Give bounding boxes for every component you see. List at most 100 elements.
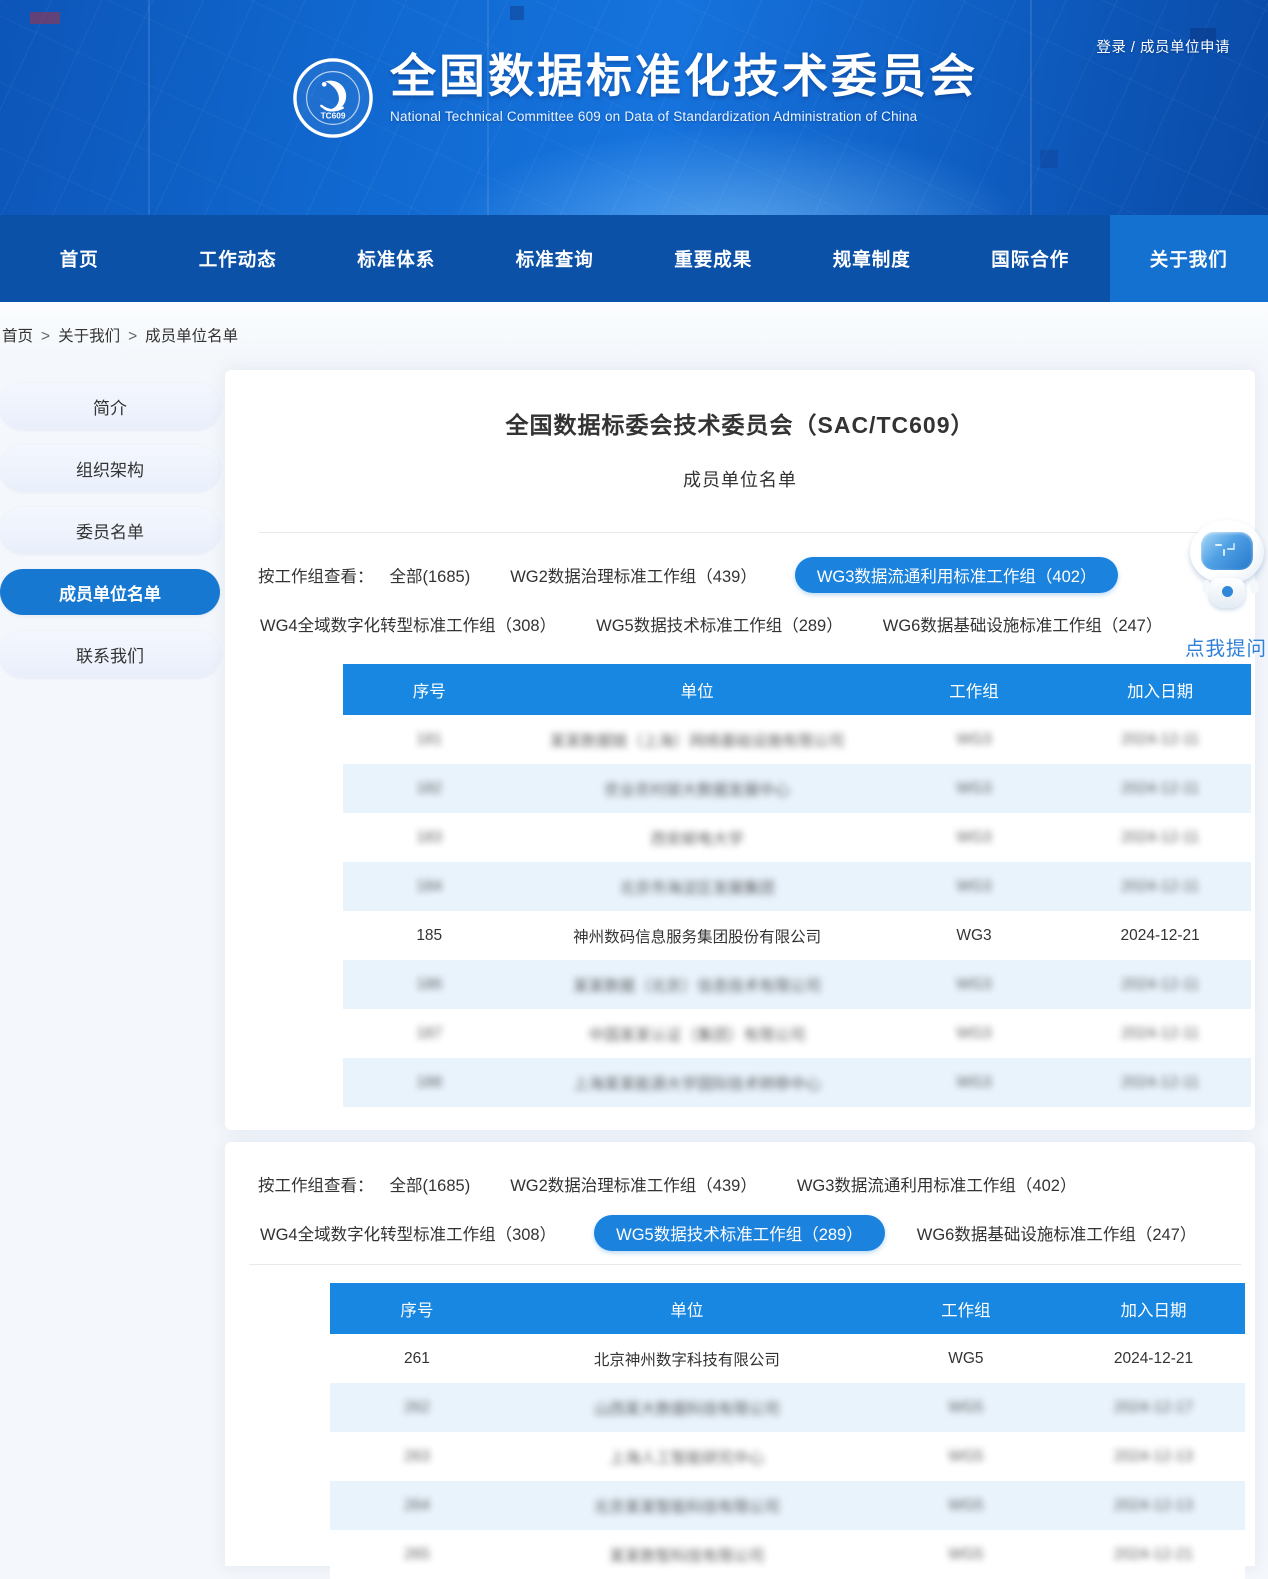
cell-unit: 山西某大数据科技有限公司 (504, 1397, 870, 1419)
filter-wg6[interactable]: WG6数据基础设施标准工作组（247） (915, 1215, 1199, 1251)
table-row: 184北京市海淀区发展集团WG32024-12-11 (343, 862, 1251, 911)
filter-wg3[interactable]: WG3数据流通利用标准工作组（402） (795, 557, 1119, 593)
table-row: 187中国某某认证（集团）有限公司WG32024-12-11 (343, 1009, 1251, 1058)
filter-all[interactable]: 全部(1685) (388, 557, 473, 593)
filter-wg3[interactable]: WG3数据流通利用标准工作组（402） (795, 1166, 1079, 1202)
breadcrumb-about[interactable]: 关于我们 (58, 328, 120, 345)
cell-unit: 北京神州数字科技有限公司 (504, 1348, 870, 1370)
cell-unit: 上海人工智能研究中心 (504, 1446, 870, 1468)
banner-deco (30, 12, 60, 24)
member-list-panel-wg5: 按工作组查看： 全部(1685) WG2数据治理标准工作组（439） WG3数据… (225, 1142, 1255, 1566)
cell-date: 2024-12-11 (1069, 780, 1251, 798)
cell-unit: 上海某某能源大学国际技术转移中心 (516, 1072, 879, 1094)
nav-item-achievements[interactable]: 重要成果 (634, 215, 793, 302)
table-header: 序号 单位 工作组 加入日期 (330, 1283, 1245, 1334)
table-row-highlight: 185神州数码信息服务集团股份有限公司WG32024-12-21 (343, 911, 1251, 960)
cell-date: 2024-12-21 (1062, 1350, 1245, 1368)
cell-unit: 某某数据（北京）信息技术有限公司 (516, 974, 879, 996)
login-apply-link[interactable]: 登录 / 成员单位申请 (1096, 36, 1230, 57)
banner-deco (510, 6, 524, 20)
site-subtitle-en: National Technical Committee 609 on Data… (390, 109, 978, 124)
sidebar-item-committee-list[interactable]: 委员名单 (0, 507, 220, 553)
cell-unit: 西安邮电大学 (516, 827, 879, 849)
mascot-body (1209, 578, 1245, 608)
breadcrumb-separator: > (128, 328, 137, 345)
table-row-highlight: 261北京神州数字科技有限公司WG52024-12-21 (330, 1334, 1245, 1383)
sidebar-item-intro[interactable]: 简介 (0, 383, 220, 429)
tc609-logo-icon: TC609 (292, 52, 374, 144)
cell-wg: WG5 (870, 1350, 1062, 1368)
table-row: 186某某数据（北京）信息技术有限公司WG32024-12-11 (343, 960, 1251, 1009)
nav-item-work-news[interactable]: 工作动态 (159, 215, 318, 302)
cell-no: 185 (343, 927, 516, 945)
nav-item-about-us[interactable]: 关于我们 (1110, 215, 1268, 302)
site-banner: 登录 / 成员单位申请 TC609 全国数据标准化技术委员会 National … (0, 0, 1268, 215)
breadcrumb: 首页>关于我们>成员单位名单 (0, 302, 1268, 362)
cell-no: 261 (330, 1350, 504, 1368)
cell-unit: 北京市海淀区发展集团 (516, 876, 879, 898)
cell-wg: WG5 (870, 1399, 1062, 1417)
filter-label: 按工作组查看： (258, 563, 374, 587)
cell-unit: 神州数码信息服务集团股份有限公司 (516, 925, 879, 947)
col-header-no: 序号 (330, 1297, 504, 1321)
table-row: 182农业农村部大数据发展中心WG32024-12-11 (343, 764, 1251, 813)
cell-wg: WG3 (879, 878, 1070, 896)
cell-date: 2024-12-21 (1062, 1546, 1245, 1564)
ask-me-button[interactable]: 点我提问 (1178, 632, 1268, 661)
member-table-wg3: 序号 单位 工作组 加入日期 181某某数据链（上海）网络基础设施有限公司WG3… (343, 664, 1251, 1107)
page-subtitle: 成员单位名单 (225, 466, 1255, 492)
cell-date: 2024-12-11 (1069, 976, 1251, 994)
breadcrumb-separator: > (41, 328, 50, 345)
cell-date: 2024-12-11 (1069, 1074, 1251, 1092)
nav-item-regulations[interactable]: 规章制度 (793, 215, 952, 302)
cell-date: 2024-12-17 (1062, 1399, 1245, 1417)
workgroup-filter-2: 按工作组查看： 全部(1685) WG2数据治理标准工作组（439） WG3数据… (225, 1142, 1255, 1251)
cell-date: 2024-12-11 (1069, 731, 1251, 749)
col-header-wg: 工作组 (870, 1297, 1062, 1321)
col-header-unit: 单位 (516, 678, 879, 702)
cell-date: 2024-12-13 (1062, 1497, 1245, 1515)
sidebar-menu: 简介 组织架构 委员名单 成员单位名单 联系我们 (0, 383, 220, 693)
table-row: 188上海某某能源大学国际技术转移中心WG32024-12-11 (343, 1058, 1251, 1107)
table-row: 181某某数据链（上海）网络基础设施有限公司WG32024-12-11 (343, 715, 1251, 764)
divider (249, 1264, 1241, 1265)
cell-wg: WG3 (879, 976, 1070, 994)
nav-item-home[interactable]: 首页 (0, 215, 159, 302)
page-title: 全国数据标委会技术委员会（SAC/TC609） (225, 370, 1255, 440)
sidebar-item-contact[interactable]: 联系我们 (0, 631, 220, 677)
cell-unit: 中国某某认证（集团）有限公司 (516, 1023, 879, 1045)
table-header: 序号 单位 工作组 加入日期 (343, 664, 1251, 715)
filter-wg2[interactable]: WG2数据治理标准工作组（439） (508, 557, 759, 593)
mascot-face-screen (1201, 532, 1253, 570)
cell-date: 2024-12-11 (1069, 878, 1251, 896)
brand-lockup: TC609 全国数据标准化技术委员会 National Technical Co… (292, 50, 978, 144)
sidebar-item-member-units[interactable]: 成员单位名单 (0, 569, 220, 615)
nav-item-international[interactable]: 国际合作 (951, 215, 1110, 302)
nav-item-standard-system[interactable]: 标准体系 (317, 215, 476, 302)
filter-wg4[interactable]: WG4全域数字化转型标准工作组（308） (258, 606, 558, 642)
cell-wg: WG3 (879, 1025, 1070, 1043)
cell-no: 262 (330, 1399, 504, 1417)
cell-no: 265 (330, 1546, 504, 1564)
cell-unit: 某某数智科技有限公司 (504, 1544, 870, 1566)
member-table-wg5: 序号 单位 工作组 加入日期 261北京神州数字科技有限公司WG52024-12… (330, 1283, 1245, 1579)
cell-wg: WG5 (870, 1448, 1062, 1466)
cell-no: 181 (343, 731, 516, 749)
filter-wg2[interactable]: WG2数据治理标准工作组（439） (508, 1166, 759, 1202)
nav-item-standard-search[interactable]: 标准查询 (476, 215, 635, 302)
filter-wg5[interactable]: WG5数据技术标准工作组（289） (594, 1215, 885, 1251)
cell-wg: WG5 (870, 1546, 1062, 1564)
cell-no: 186 (343, 976, 516, 994)
filter-wg5[interactable]: WG5数据技术标准工作组（289） (594, 606, 845, 642)
col-header-date: 加入日期 (1062, 1297, 1245, 1321)
filter-all[interactable]: 全部(1685) (388, 1166, 473, 1202)
cell-date: 2024-12-11 (1069, 1025, 1251, 1043)
cell-date: 2024-12-21 (1069, 927, 1251, 945)
sidebar-item-structure[interactable]: 组织架构 (0, 445, 220, 491)
table-row: 183西安邮电大学WG32024-12-11 (343, 813, 1251, 862)
breadcrumb-home[interactable]: 首页 (2, 328, 33, 345)
cell-no: 187 (343, 1025, 516, 1043)
filter-wg4[interactable]: WG4全域数字化转型标准工作组（308） (258, 1215, 558, 1251)
filter-wg6[interactable]: WG6数据基础设施标准工作组（247） (881, 606, 1165, 642)
chat-assistant-mascot-icon[interactable] (1188, 520, 1266, 612)
